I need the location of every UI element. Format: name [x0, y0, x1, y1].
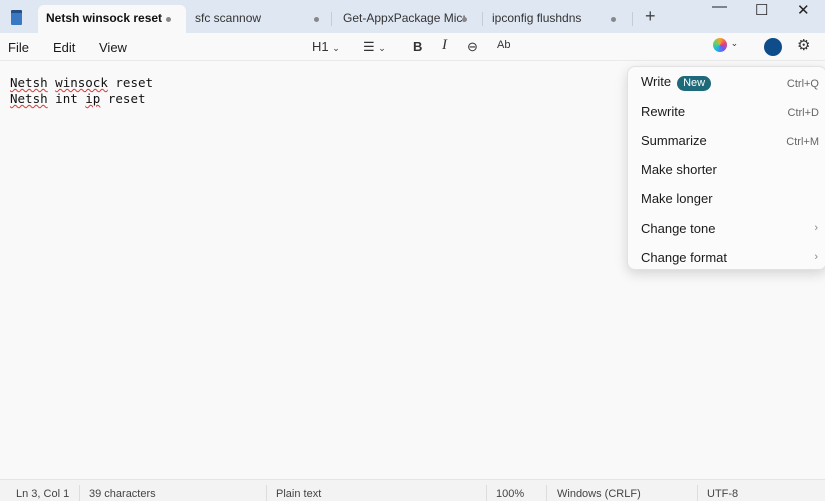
word: reset [115, 75, 154, 90]
chevron-right-icon: › [814, 251, 818, 263]
unsaved-dot-icon [314, 17, 319, 22]
word: Netsh [10, 75, 48, 90]
item-label: Write [641, 74, 672, 89]
notepad-icon [11, 10, 22, 25]
unsaved-dot-icon [611, 17, 616, 22]
tab-get-appxpackage[interactable]: Get-AppxPackage Micı [335, 5, 480, 33]
spellcheck-button[interactable]: Ab [497, 39, 510, 51]
gear-icon: ⚙ [797, 37, 811, 54]
bold-icon: B [413, 39, 423, 54]
copilot-button[interactable]: ⌄ [713, 38, 738, 55]
text-editor[interactable]: Netsh winsock reset Netsh int ip reset [10, 75, 153, 107]
tab-divider [632, 12, 633, 26]
tab-divider [482, 12, 483, 26]
tab-sfc-scannow[interactable]: sfc scannow [187, 5, 330, 33]
menu-edit[interactable]: Edit [53, 40, 75, 55]
encoding[interactable]: UTF-8 [707, 488, 738, 500]
character-count: 39 characters [89, 488, 156, 500]
unsaved-dot-icon [462, 17, 467, 22]
chevron-down-icon: ⌄ [378, 43, 386, 53]
title-bar: Netsh winsock reset sfc scannow Get-Appx… [0, 0, 825, 33]
shortcut-label: Ctrl+D [787, 107, 819, 119]
tab-label: sfc scannow [195, 11, 262, 25]
divider [486, 485, 487, 501]
list-dropdown[interactable]: ☰ ⌄ [363, 39, 386, 55]
word: reset [107, 91, 146, 106]
tab-label: ipconfig flushdns [492, 11, 582, 25]
new-tab-button[interactable]: + [645, 6, 656, 27]
maximize-button[interactable]: ☐ [755, 1, 768, 19]
menu-item-change-format[interactable]: Change format [641, 250, 727, 265]
unsaved-dot-icon [166, 17, 171, 22]
tab-ipconfig-flushdns[interactable]: ipconfig flushdns [484, 5, 629, 33]
divider [546, 485, 547, 501]
menu-item-rewrite[interactable]: Rewrite [641, 104, 685, 119]
cursor-position: Ln 3, Col 1 [16, 488, 70, 500]
shortcut-label: Ctrl+M [786, 136, 819, 148]
tab-netsh-winsock[interactable]: Netsh winsock reset [38, 5, 186, 33]
copilot-rewrite-menu: Write New Ctrl+Q Rewrite Ctrl+D Summarize… [627, 66, 825, 270]
menu-item-summarize[interactable]: Summarize [641, 133, 707, 148]
line-ending[interactable]: Windows (CRLF) [557, 488, 641, 500]
heading-label: H1 [312, 39, 329, 54]
italic-icon: I [442, 37, 447, 53]
italic-button[interactable]: I [442, 37, 447, 54]
chevron-down-icon: ⌄ [730, 38, 739, 48]
editor-line: Netsh int ip reset [10, 91, 153, 107]
divider [79, 485, 80, 501]
link-icon: ⊖ [467, 39, 478, 54]
tab-divider [331, 12, 332, 26]
menu-item-make-longer[interactable]: Make longer [641, 191, 713, 206]
word: ip [85, 91, 101, 106]
bold-button[interactable]: B [413, 39, 422, 54]
zoom-level[interactable]: 100% [496, 488, 524, 500]
copilot-icon [713, 38, 727, 52]
settings-button[interactable]: ⚙ [797, 36, 810, 54]
new-badge: New [677, 76, 712, 91]
minimize-button[interactable]: — [712, 0, 727, 15]
link-button[interactable]: ⊖ [467, 39, 478, 55]
editor-line: Netsh winsock reset [10, 75, 153, 91]
list-icon: ☰ [363, 39, 375, 54]
menu-item-change-tone[interactable]: Change tone [641, 221, 715, 236]
file-format[interactable]: Plain text [276, 488, 321, 500]
divider [266, 485, 267, 501]
tab-label: Netsh winsock reset [46, 11, 163, 25]
menu-bar: File Edit View H1 ⌄ ☰ ⌄ B I ⊖ Ab ⌄ ⚙ [0, 33, 825, 61]
chevron-down-icon: ⌄ [332, 43, 340, 53]
divider [697, 485, 698, 501]
word: int [55, 91, 78, 106]
heading-dropdown[interactable]: H1 ⌄ [312, 39, 340, 54]
word: winsock [55, 75, 108, 90]
menu-view[interactable]: View [99, 40, 127, 55]
word: Netsh [10, 91, 48, 106]
account-avatar[interactable] [764, 38, 782, 56]
status-bar: Ln 3, Col 1 39 characters Plain text 100… [0, 479, 825, 501]
spellcheck-icon: Ab [497, 39, 511, 51]
shortcut-label: Ctrl+Q [786, 78, 819, 90]
tab-label: Get-AppxPackage Micı [343, 11, 466, 25]
menu-item-make-shorter[interactable]: Make shorter [641, 162, 717, 177]
chevron-right-icon: › [814, 222, 818, 234]
menu-file[interactable]: File [8, 40, 29, 55]
close-button[interactable]: ✕ [797, 1, 810, 19]
